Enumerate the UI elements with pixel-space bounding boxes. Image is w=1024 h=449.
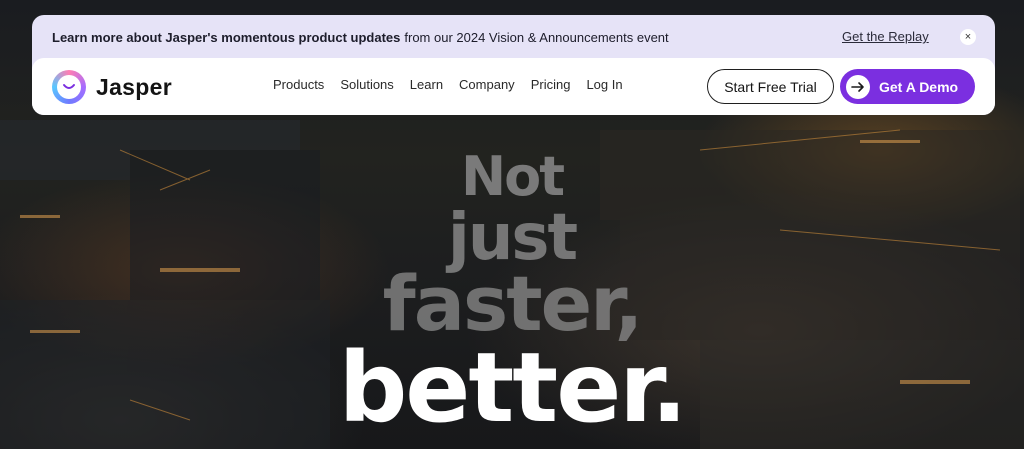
jasper-logo-icon — [52, 70, 86, 104]
hero-line-better: better. — [338, 332, 688, 444]
brand-name: Jasper — [96, 73, 172, 100]
close-icon: × — [964, 30, 972, 43]
main-navbar: Jasper Products Solutions Learn Company … — [32, 58, 995, 115]
nav-pricing[interactable]: Pricing — [531, 77, 571, 92]
hero-headline: Not just faster, better. — [0, 145, 1024, 444]
start-free-trial-button[interactable]: Start Free Trial — [707, 69, 834, 104]
nav-solutions[interactable]: Solutions — [340, 77, 393, 92]
get-the-replay-link[interactable]: Get the Replay — [842, 29, 929, 44]
banner-headline: Learn more about Jasper's momentous prod… — [52, 29, 401, 45]
nav-company[interactable]: Company — [459, 77, 515, 92]
jasper-logo[interactable]: Jasper — [52, 70, 172, 104]
hero-line-not: Not — [460, 145, 565, 208]
close-banner-button[interactable]: × — [960, 29, 976, 45]
hero-line-just: just — [447, 201, 578, 275]
nav-links: Products Solutions Learn Company Pricing… — [273, 77, 639, 92]
get-a-demo-button[interactable]: Get A Demo — [840, 69, 975, 104]
banner-subtext: from our 2024 Vision & Announcements eve… — [404, 29, 669, 45]
nav-learn[interactable]: Learn — [410, 77, 443, 92]
arrow-right-icon — [846, 74, 870, 99]
get-a-demo-label: Get A Demo — [879, 78, 959, 95]
nav-products[interactable]: Products — [273, 77, 324, 92]
hero-line-faster: faster, — [382, 259, 644, 348]
nav-log-in[interactable]: Log In — [586, 77, 622, 92]
